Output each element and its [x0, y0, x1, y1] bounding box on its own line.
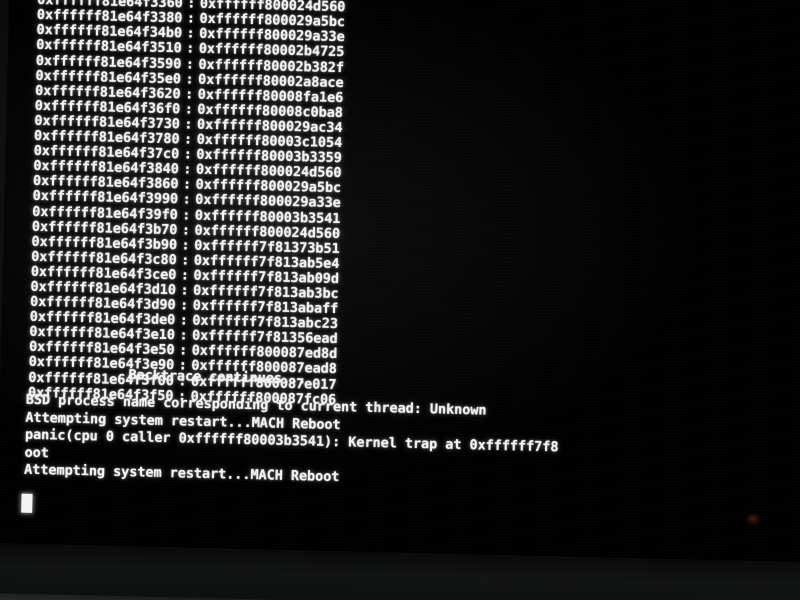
backtrace-separator: :: [184, 116, 193, 133]
backtrace-separator: :: [185, 40, 195, 58]
screen-reflection-glow: [745, 512, 762, 526]
backtrace-separator: :: [184, 86, 194, 103]
backtrace-separator: :: [185, 71, 194, 88]
backtrace-separator: :: [182, 191, 191, 208]
panic-message-block: BSD process name corresponding to curren…: [24, 392, 559, 493]
monitor-photo: 0xffffff81e64f32a0:0xffffff80003b34290xf…: [0, 0, 800, 600]
backtrace-separator: :: [180, 267, 190, 284]
backtrace-separator: :: [181, 237, 190, 254]
backtrace-separator: :: [182, 206, 191, 224]
backtrace-separator: :: [180, 252, 190, 269]
backtrace-table: 0xffffff81e64f32a0:0xffffff80003b34290xf…: [28, 0, 346, 408]
backtrace-separator: :: [184, 101, 194, 118]
backtrace-separator: :: [185, 55, 195, 73]
kernel-panic-screen: 0xffffff81e64f32a0:0xffffff80003b34290xf…: [0, 0, 800, 564]
monitor-bezel: 0xffffff81e64f32a0:0xffffff80003b34290xf…: [0, 0, 800, 600]
console-cursor: [21, 493, 33, 513]
backtrace-separator: :: [180, 282, 189, 299]
backtrace-separator: :: [181, 221, 191, 239]
backtrace-separator: :: [183, 131, 193, 148]
